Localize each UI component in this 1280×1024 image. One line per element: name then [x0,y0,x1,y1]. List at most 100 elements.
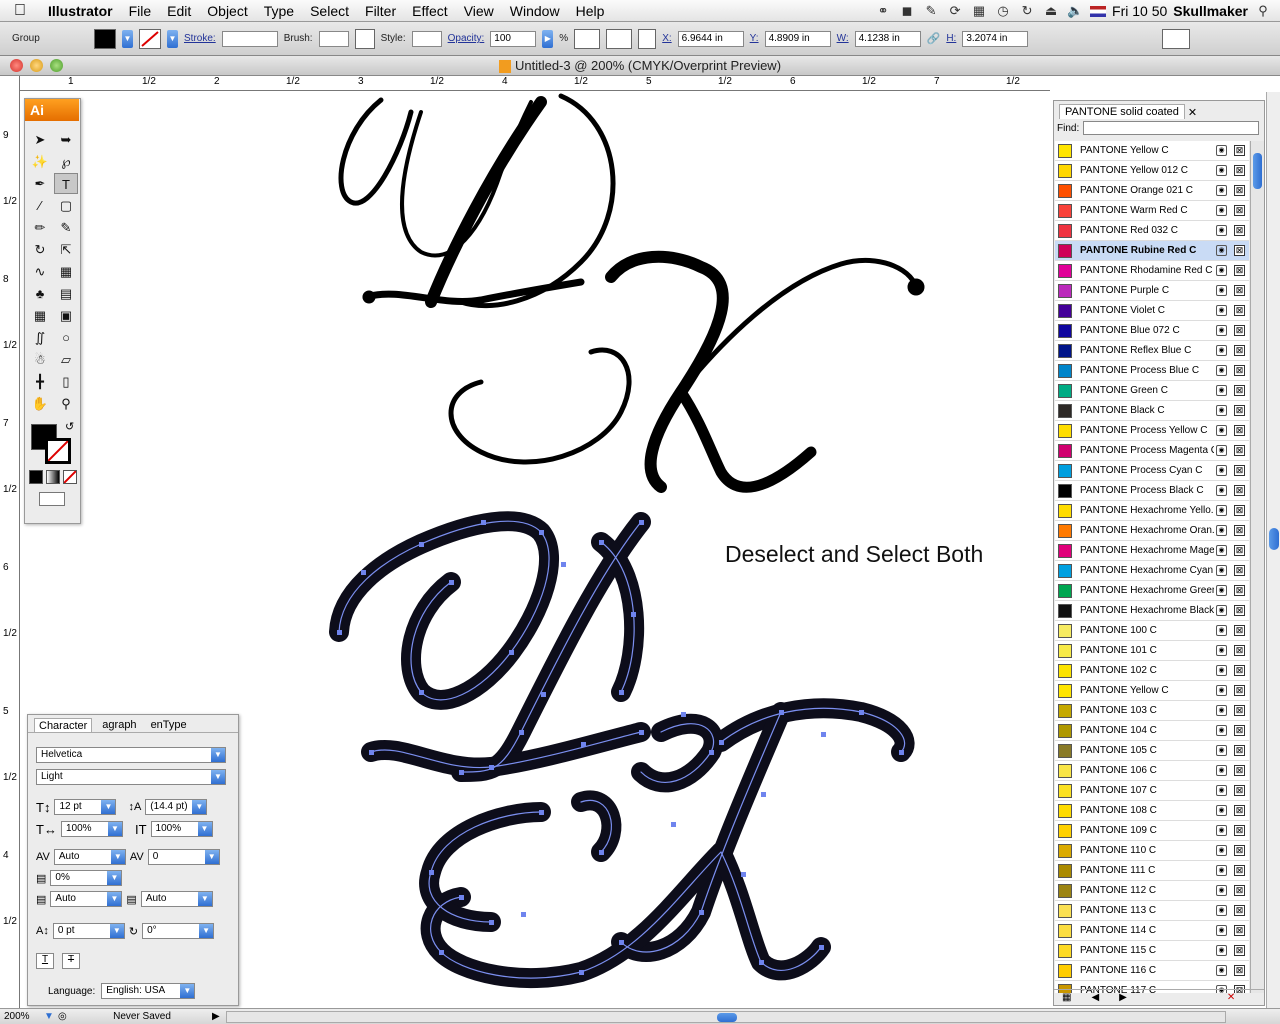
user-name[interactable]: Skullmaker [1173,3,1248,19]
status-menu-icon[interactable]: ◎ [58,1011,72,1022]
line-tool-icon[interactable]: ∕ [28,195,52,216]
swatch-row[interactable]: PANTONE 115 C ◉ ⊠ [1055,941,1249,961]
apple-menu-icon[interactable]:  [0,2,40,20]
swatch-row[interactable]: PANTONE 109 C ◉ ⊠ [1055,821,1249,841]
swatch-row[interactable]: PANTONE Hexachrome Yello... ◉ ⊠ [1055,501,1249,521]
script-icon[interactable]: ✎ [922,4,940,18]
hand-tool-icon[interactable]: ✋ [28,393,52,414]
swatch-row[interactable]: PANTONE Red 032 C ◉ ⊠ [1055,221,1249,241]
stroke-weight-field[interactable] [221,30,278,47]
underline-icon[interactable]: T [36,953,54,969]
stroke-swatch[interactable] [139,28,161,49]
y-label[interactable]: Y: [750,33,759,44]
swatch-row[interactable]: PANTONE Hexachrome Cyan C ◉ ⊠ [1055,561,1249,581]
recolor-icon[interactable] [574,28,601,49]
tab-character[interactable]: Character [34,718,93,732]
none-mode-icon[interactable] [63,470,77,484]
tracking-field[interactable]: 0 ▼ [147,849,220,865]
x-label[interactable]: X: [662,33,671,44]
rectangle-tool-icon[interactable]: ▢ [54,195,78,216]
swatch-row[interactable]: PANTONE Reflex Blue C ◉ ⊠ [1055,341,1249,361]
scale-tool-icon[interactable]: ⇱ [54,239,78,260]
swatch-row[interactable]: PANTONE 107 C ◉ ⊠ [1055,781,1249,801]
close-window-icon[interactable] [10,59,23,72]
opacity-label[interactable]: Opacity: [448,33,485,44]
font-family-select[interactable]: Helvetica ▼ [36,747,226,763]
tab-paragraph[interactable]: agraph [98,718,140,732]
zoom-tool-icon[interactable]: ⚲ [54,393,78,414]
live-paint-selection-tool-icon[interactable]: ▱ [54,349,78,370]
menu-type[interactable]: Type [256,3,302,19]
eject-icon[interactable]: ⏏ [1042,4,1060,18]
h-label[interactable]: H: [946,33,956,44]
type-tool-icon[interactable]: T [54,173,78,194]
document-vertical-scrollbar[interactable] [1266,92,1280,1008]
swatch-row[interactable]: PANTONE Process Yellow C ◉ ⊠ [1055,421,1249,441]
app-tray-icon[interactable]: ◼ [898,4,916,18]
horizontal-scale-field[interactable]: 100% ▼ [60,821,123,837]
find-input[interactable] [1083,121,1260,135]
delete-swatch-icon[interactable]: ✕ [1227,992,1235,1003]
swatch-row[interactable]: PANTONE Hexachrome Oran... ◉ ⊠ [1055,521,1249,541]
menu-view[interactable]: View [456,3,502,19]
vertical-ruler[interactable]: 9 1/2 8 1/2 7 1/2 6 1/2 5 1/2 4 1/2 [0,76,20,1008]
constrain-link-icon[interactable]: 🔗 [927,32,941,45]
menu-file[interactable]: File [121,3,160,19]
kerning-dropdown-icon[interactable]: ▼ [110,850,125,864]
close-tab-icon[interactable]: ✕ [1188,106,1197,119]
baseline-shift-dropdown-icon[interactable]: ▼ [109,924,124,938]
swatch-row[interactable]: PANTONE Warm Red C ◉ ⊠ [1055,201,1249,221]
horizontal-scroll-thumb[interactable] [717,1012,737,1022]
selection-tool-icon[interactable]: ➤ [28,129,52,150]
style-field[interactable] [411,30,442,47]
font-size-field[interactable]: 12 pt ▼ [54,799,117,815]
align-icon[interactable] [354,28,375,49]
app-menu[interactable]: Illustrator [40,3,121,19]
gradient-mode-icon[interactable] [46,470,60,484]
document-setup-icon[interactable] [1162,28,1191,49]
tsume-dropdown-icon[interactable]: ▼ [107,871,122,885]
x-field[interactable]: 6.9644 in [677,30,744,47]
swatch-row[interactable]: PANTONE Yellow 012 C ◉ ⊠ [1055,161,1249,181]
character-rotation-field[interactable]: 0° ▼ [142,923,215,939]
free-transform-tool-icon[interactable]: ▦ [54,261,78,282]
lasso-tool-icon[interactable]: ℘ [54,151,78,172]
document-scroll-thumb[interactable] [1269,528,1279,550]
swatch-row[interactable]: PANTONE Hexachrome Mage... ◉ ⊠ [1055,541,1249,561]
spotlight-icon[interactable]: ⚲ [1254,4,1272,18]
baseline-shift-field[interactable]: 0 pt ▼ [52,923,125,939]
minimize-window-icon[interactable] [30,59,43,72]
menu-object[interactable]: Object [199,3,255,19]
volume-icon[interactable]: 🔈 [1066,4,1084,18]
flag-icon[interactable] [1090,5,1107,17]
symbol-sprayer-tool-icon[interactable]: ♣ [28,283,52,304]
monogram-dk-plain[interactable] [338,93,925,493]
opacity-dropdown-icon[interactable]: ▶ [542,29,554,48]
next-library-icon[interactable]: ▶ [1119,992,1127,1003]
fill-swatch[interactable] [94,28,116,49]
status-info[interactable]: Never Saved [72,1011,212,1022]
swatch-row[interactable]: PANTONE Rhodamine Red C ◉ ⊠ [1055,261,1249,281]
font-size-dropdown-icon[interactable]: ▼ [101,800,116,814]
swatch-row[interactable]: PANTONE 113 C ◉ ⊠ [1055,901,1249,921]
strikethrough-icon[interactable]: T [62,953,80,969]
swatch-row[interactable]: PANTONE Hexachrome Black C ◉ ⊠ [1055,601,1249,621]
swatch-row[interactable]: PANTONE Process Black C ◉ ⊠ [1055,481,1249,501]
clock[interactable]: Fri 10 50 [1112,3,1167,19]
blend-tool-icon[interactable]: ○ [54,327,78,348]
pen-tool-icon[interactable]: ✒ [28,173,52,194]
swatch-row[interactable]: PANTONE 114 C ◉ ⊠ [1055,921,1249,941]
horizontal-scale-dropdown-icon[interactable]: ▼ [107,822,122,836]
menu-edit[interactable]: Edit [159,3,199,19]
reference-point-icon[interactable] [638,28,657,49]
swatch-row[interactable]: PANTONE Process Blue C ◉ ⊠ [1055,361,1249,381]
refresh-icon[interactable]: ↻ [1018,4,1036,18]
swatch-row[interactable]: PANTONE 103 C ◉ ⊠ [1055,701,1249,721]
swatch-row[interactable]: PANTONE 101 C ◉ ⊠ [1055,641,1249,661]
kerning-field[interactable]: Auto ▼ [53,849,126,865]
pencil-tool-icon[interactable]: ✎ [54,217,78,238]
font-style-select[interactable]: Light ▼ [36,769,226,785]
swatch-list-scrollbar[interactable] [1250,141,1264,993]
fill-dropdown-icon[interactable]: ▼ [122,29,133,48]
swatch-row[interactable]: PANTONE 116 C ◉ ⊠ [1055,961,1249,981]
